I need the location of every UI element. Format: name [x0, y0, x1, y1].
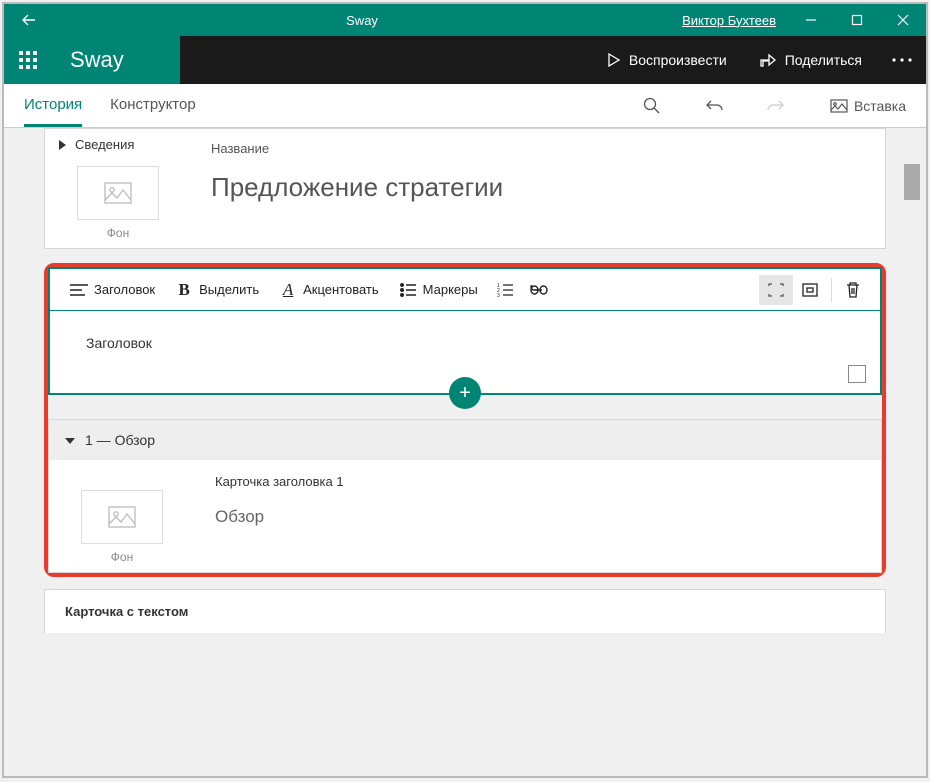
- back-button[interactable]: [4, 4, 54, 36]
- accent-label: Акцентовать: [303, 282, 379, 297]
- focus-subtle-button[interactable]: [759, 275, 793, 305]
- heading-style-label: Заголовок: [94, 282, 155, 297]
- details-toggle[interactable]: Сведения: [57, 137, 179, 152]
- title-field-label: Название: [211, 141, 865, 156]
- chevron-right-icon: [57, 140, 67, 150]
- highlighted-region: Заголовок B Выделить A Акцентовать: [44, 263, 886, 577]
- bold-icon: B: [175, 280, 193, 300]
- heading-card[interactable]: Заголовок B Выделить A Акцентовать: [48, 267, 882, 395]
- undo-icon[interactable]: [706, 98, 724, 114]
- section-bg-label: Фон: [61, 550, 183, 564]
- play-button[interactable]: Воспроизвести: [589, 36, 743, 84]
- bullets-icon: [399, 283, 417, 297]
- close-button[interactable]: [880, 4, 926, 36]
- share-label: Поделиться: [785, 52, 862, 68]
- link-button[interactable]: [522, 275, 556, 305]
- tab-row: История Конструктор Вставка: [4, 84, 926, 128]
- insert-label: Вставка: [854, 98, 906, 114]
- text-card[interactable]: Карточка с текстом: [44, 589, 886, 633]
- section-bg-thumb[interactable]: [81, 490, 163, 544]
- background-label: Фон: [57, 226, 179, 240]
- content-area: Сведения Фон Название Предложение страте…: [4, 128, 926, 776]
- svg-text:3: 3: [497, 293, 500, 297]
- maximize-button[interactable]: [834, 4, 880, 36]
- redo-icon: [766, 98, 784, 114]
- presentation-title[interactable]: Предложение стратегии: [211, 172, 865, 203]
- section-card[interactable]: 1 — Обзор Фон Карточка заголовка 1 Обзор: [48, 419, 882, 573]
- text-card-label: Карточка с текстом: [65, 604, 188, 619]
- section-header[interactable]: 1 — Обзор: [49, 420, 881, 460]
- window-title: Sway: [54, 13, 670, 28]
- focus-moderate-button[interactable]: [793, 275, 827, 305]
- plus-icon: +: [459, 382, 471, 405]
- share-button[interactable]: Поделиться: [743, 36, 878, 84]
- add-card-button[interactable]: +: [449, 377, 481, 409]
- title-card[interactable]: Сведения Фон Название Предложение страте…: [44, 128, 886, 249]
- bullets-label: Маркеры: [423, 282, 478, 297]
- section-card-label: Карточка заголовка 1: [215, 474, 861, 489]
- accent-icon: A: [279, 280, 297, 300]
- emphasize-label: Выделить: [199, 282, 259, 297]
- share-icon: [759, 52, 777, 68]
- app-bar: Sway Воспроизвести Поделиться: [4, 36, 926, 84]
- heading-icon: [70, 283, 88, 297]
- app-launcher-icon[interactable]: [4, 36, 52, 84]
- user-name[interactable]: Виктор Бухтеев: [670, 13, 788, 28]
- insert-button[interactable]: Вставка: [830, 98, 906, 114]
- tab-history[interactable]: История: [24, 84, 82, 127]
- editor-toolbar: Заголовок B Выделить A Акцентовать: [50, 269, 880, 311]
- more-button[interactable]: [878, 58, 926, 62]
- play-icon: [605, 52, 621, 68]
- bullets-button[interactable]: Маркеры: [389, 275, 488, 305]
- tab-designer[interactable]: Конструктор: [110, 84, 196, 127]
- collapse-icon: [65, 435, 75, 445]
- window-titlebar: Sway Виктор Бухтеев: [4, 4, 926, 36]
- details-label: Сведения: [75, 137, 134, 152]
- background-thumb[interactable]: [77, 166, 159, 220]
- delete-button[interactable]: [836, 275, 870, 305]
- section-head-label: 1 — Обзор: [85, 432, 155, 448]
- heading-text-input[interactable]: Заголовок: [86, 335, 844, 351]
- scrollbar-thumb[interactable]: [904, 164, 920, 200]
- heading-style-button[interactable]: Заголовок: [60, 275, 165, 305]
- search-icon[interactable]: [643, 97, 660, 114]
- section-title-text[interactable]: Обзор: [215, 507, 861, 527]
- emphasize-button[interactable]: B Выделить: [165, 275, 269, 305]
- accent-button[interactable]: A Акцентовать: [269, 275, 389, 305]
- minimize-button[interactable]: [788, 4, 834, 36]
- app-brand: Sway: [52, 36, 180, 84]
- numbered-list-button[interactable]: 123: [488, 275, 522, 305]
- play-label: Воспроизвести: [629, 52, 727, 68]
- card-checkbox[interactable]: [848, 365, 866, 383]
